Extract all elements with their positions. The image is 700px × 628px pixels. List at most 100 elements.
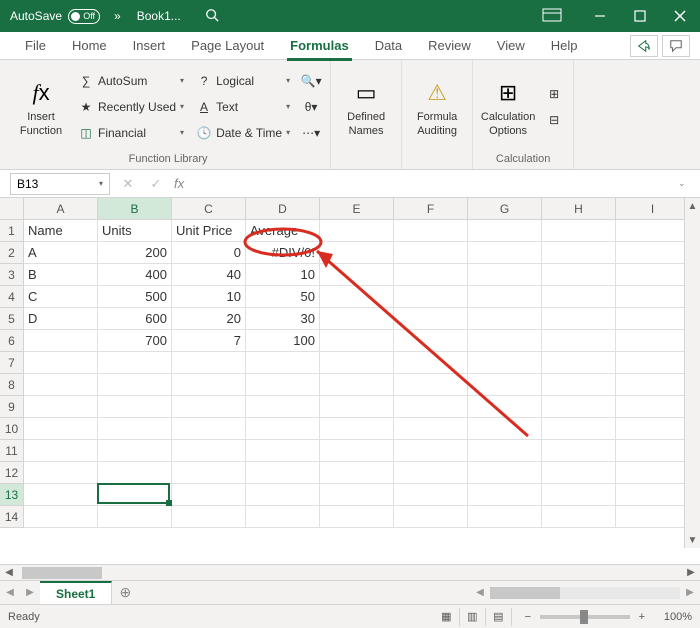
cell-C5[interactable]: 20 bbox=[172, 308, 246, 330]
cell-A9[interactable] bbox=[24, 396, 98, 418]
cell-C9[interactable] bbox=[172, 396, 246, 418]
cell-H7[interactable] bbox=[542, 352, 616, 374]
row-header-5[interactable]: 5 bbox=[0, 308, 24, 330]
comments-button[interactable] bbox=[662, 35, 690, 57]
hscroll-right-button[interactable]: ▶ bbox=[680, 587, 700, 598]
row-header-13[interactable]: 13 bbox=[0, 484, 24, 506]
cell-E5[interactable] bbox=[320, 308, 394, 330]
cell-C12[interactable] bbox=[172, 462, 246, 484]
tab-page-layout[interactable]: Page Layout bbox=[178, 32, 277, 60]
cell-C4[interactable]: 10 bbox=[172, 286, 246, 308]
cell-F11[interactable] bbox=[394, 440, 468, 462]
col-header-C[interactable]: C bbox=[172, 198, 246, 220]
cell-C14[interactable] bbox=[172, 506, 246, 528]
cell-I2[interactable] bbox=[616, 242, 690, 264]
cell-E4[interactable] bbox=[320, 286, 394, 308]
col-header-B[interactable]: B bbox=[98, 198, 172, 220]
cell-C8[interactable] bbox=[172, 374, 246, 396]
cell-E13[interactable] bbox=[320, 484, 394, 506]
cell-F6[interactable] bbox=[394, 330, 468, 352]
cell-F14[interactable] bbox=[394, 506, 468, 528]
cell-F2[interactable] bbox=[394, 242, 468, 264]
row-header-7[interactable]: 7 bbox=[0, 352, 24, 374]
cell-B4[interactable]: 500 bbox=[98, 286, 172, 308]
col-header-F[interactable]: F bbox=[394, 198, 468, 220]
cell-E8[interactable] bbox=[320, 374, 394, 396]
cell-D9[interactable] bbox=[246, 396, 320, 418]
cell-B6[interactable]: 700 bbox=[98, 330, 172, 352]
cell-G1[interactable] bbox=[468, 220, 542, 242]
cell-I3[interactable] bbox=[616, 264, 690, 286]
col-header-H[interactable]: H bbox=[542, 198, 616, 220]
cell-E6[interactable] bbox=[320, 330, 394, 352]
row-header-1[interactable]: 1 bbox=[0, 220, 24, 242]
cell-I11[interactable] bbox=[616, 440, 690, 462]
financial-button[interactable]: ◫Financial▾ bbox=[74, 120, 188, 146]
cell-H13[interactable] bbox=[542, 484, 616, 506]
cell-H10[interactable] bbox=[542, 418, 616, 440]
cell-B12[interactable] bbox=[98, 462, 172, 484]
cell-F12[interactable] bbox=[394, 462, 468, 484]
tab-formulas[interactable]: Formulas bbox=[277, 32, 362, 60]
vscroll-track[interactable] bbox=[685, 214, 700, 532]
cell-B8[interactable] bbox=[98, 374, 172, 396]
cell-D3[interactable]: 10 bbox=[246, 264, 320, 286]
cell-H14[interactable] bbox=[542, 506, 616, 528]
formula-auditing-button[interactable]: ⚠ FormulaAuditing bbox=[408, 65, 466, 149]
insert-function-button[interactable]: fx InsertFunction bbox=[12, 65, 70, 149]
col-header-A[interactable]: A bbox=[24, 198, 98, 220]
add-sheet-button[interactable]: ⊕ bbox=[112, 584, 138, 601]
cell-H5[interactable] bbox=[542, 308, 616, 330]
name-box[interactable]: B13▾ bbox=[10, 173, 110, 195]
cell-I13[interactable] bbox=[616, 484, 690, 506]
zoom-slider[interactable] bbox=[540, 615, 630, 619]
cell-F13[interactable] bbox=[394, 484, 468, 506]
calc-sheet-button[interactable]: ⊟ bbox=[541, 107, 567, 133]
cell-H3[interactable] bbox=[542, 264, 616, 286]
col-header-I[interactable]: I bbox=[616, 198, 690, 220]
scroll-left-button[interactable]: ◀ bbox=[0, 565, 18, 580]
cell-D12[interactable] bbox=[246, 462, 320, 484]
cell-B10[interactable] bbox=[98, 418, 172, 440]
col-header-D[interactable]: D bbox=[246, 198, 320, 220]
cell-D4[interactable]: 50 bbox=[246, 286, 320, 308]
cell-B11[interactable] bbox=[98, 440, 172, 462]
cell-A12[interactable] bbox=[24, 462, 98, 484]
cell-B5[interactable]: 600 bbox=[98, 308, 172, 330]
cell-B13[interactable] bbox=[98, 484, 172, 506]
expand-formula-bar-icon[interactable]: ⌄ bbox=[678, 178, 696, 189]
cell-B1[interactable]: Units bbox=[98, 220, 172, 242]
tab-data[interactable]: Data bbox=[362, 32, 415, 60]
fx-label[interactable]: fx bbox=[174, 176, 184, 191]
close-button[interactable] bbox=[660, 0, 700, 32]
cell-A10[interactable] bbox=[24, 418, 98, 440]
cell-C6[interactable]: 7 bbox=[172, 330, 246, 352]
row-header-2[interactable]: 2 bbox=[0, 242, 24, 264]
cell-G10[interactable] bbox=[468, 418, 542, 440]
date-time-button[interactable]: 🕓Date & Time▾ bbox=[192, 120, 294, 146]
autosave-toggle[interactable]: Off bbox=[68, 9, 100, 24]
more-functions-button[interactable]: ⋯▾ bbox=[298, 120, 324, 146]
cell-D2[interactable]: #DIV/0! bbox=[246, 242, 320, 264]
cell-C10[interactable] bbox=[172, 418, 246, 440]
maximize-button[interactable] bbox=[620, 0, 660, 32]
cell-H6[interactable] bbox=[542, 330, 616, 352]
math-trig-button[interactable]: θ▾ bbox=[298, 94, 324, 120]
prev-sheet-button[interactable]: ◀ bbox=[0, 587, 20, 598]
tab-review[interactable]: Review bbox=[415, 32, 484, 60]
cell-C7[interactable] bbox=[172, 352, 246, 374]
cell-A6[interactable] bbox=[24, 330, 98, 352]
cell-I8[interactable] bbox=[616, 374, 690, 396]
cell-E7[interactable] bbox=[320, 352, 394, 374]
sheet-tab[interactable]: Sheet1 bbox=[40, 581, 112, 605]
zoom-out-button[interactable]: − bbox=[522, 611, 534, 623]
cell-A2[interactable]: A bbox=[24, 242, 98, 264]
cell-F5[interactable] bbox=[394, 308, 468, 330]
cell-F8[interactable] bbox=[394, 374, 468, 396]
cell-H9[interactable] bbox=[542, 396, 616, 418]
row-header-10[interactable]: 10 bbox=[0, 418, 24, 440]
row-header-3[interactable]: 3 bbox=[0, 264, 24, 286]
cell-A5[interactable]: D bbox=[24, 308, 98, 330]
cell-F7[interactable] bbox=[394, 352, 468, 374]
tab-view[interactable]: View bbox=[484, 32, 538, 60]
